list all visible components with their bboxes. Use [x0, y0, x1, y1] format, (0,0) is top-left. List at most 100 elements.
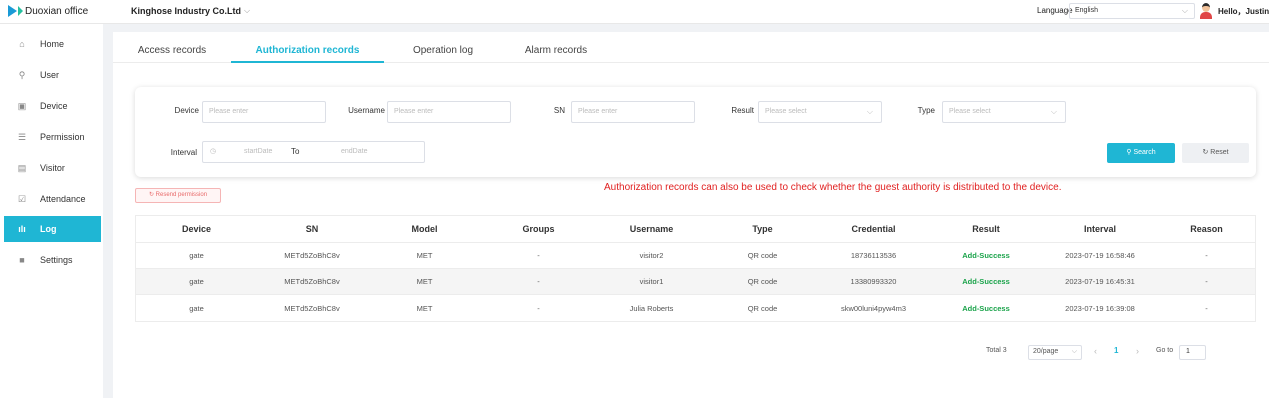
cell-credential: 13380993320 [850, 277, 897, 286]
annotation-note: Authorization records can also be used t… [604, 182, 1062, 193]
cell-reason: - [1205, 303, 1208, 313]
chevron-down-icon: ⌵ [866, 107, 873, 116]
search-button[interactable]: ⚲ Search [1107, 143, 1175, 163]
sidebar-item-label: Settings [40, 255, 73, 265]
cell-result: Add-Success [962, 251, 1010, 260]
language-select[interactable]: English ⌵ [1069, 3, 1195, 19]
avatar[interactable] [1199, 3, 1213, 19]
table-row[interactable]: gate METd5ZoBhC8v MET - Julia Roberts QR… [136, 295, 1255, 321]
avatar-body [1200, 12, 1212, 19]
sn-filter-label: SN [553, 106, 565, 115]
table-header-row: Device SN Model Groups Username Type Cre… [136, 216, 1255, 243]
filter-panel: Device Please enter Username Please ente… [135, 87, 1256, 177]
company-selector[interactable]: Kinghose Industry Co.Ltd ⌵ [131, 6, 250, 16]
language-value: English [1075, 7, 1098, 14]
logo-text: Duoxian office [25, 5, 89, 17]
table-row[interactable]: gate METd5ZoBhC8v MET - visitor1 QR code… [136, 269, 1255, 295]
result-filter-select[interactable]: Please select ⌵ [758, 101, 882, 123]
language-label: Language [1037, 6, 1073, 15]
attendance-icon: ☑ [17, 193, 27, 204]
main-content: Access records Authorization records Ope… [113, 32, 1269, 398]
sidebar-item-label: Visitor [40, 163, 65, 173]
sidebar-item-log[interactable]: ılı Log [4, 216, 101, 242]
next-page-icon[interactable]: › [1136, 346, 1139, 356]
logo-mark-icon [8, 5, 17, 17]
resend-permission-button[interactable]: ↻ Resend permission [135, 188, 221, 203]
sidebar-item-label: Log [40, 224, 57, 234]
cell-type: QR code [747, 251, 778, 260]
column-header-sn: SN [305, 224, 319, 234]
tab-operation-log[interactable]: Operation log [403, 32, 483, 63]
app-logo[interactable]: Duoxian office [8, 5, 88, 17]
cell-groups: - [537, 303, 540, 313]
company-name: Kinghose Industry Co.Ltd [131, 6, 241, 16]
column-header-groups: Groups [522, 224, 555, 234]
sidebar-item-label: Device [40, 101, 68, 111]
sidebar-item-user[interactable]: ⚲ User [4, 62, 101, 88]
interval-date-range[interactable]: ◷ startDate To endDate [202, 141, 425, 163]
chevron-down-icon: ⌵ [1071, 348, 1077, 355]
username-filter-label: Username [348, 106, 385, 115]
type-placeholder: Please select [949, 108, 991, 115]
tab-alarm-records[interactable]: Alarm records [516, 32, 596, 63]
refresh-icon: ↻ [148, 192, 154, 198]
column-header-device: Device [181, 224, 212, 234]
cell-credential: 18736113536 [850, 251, 897, 260]
date-range-separator: To [291, 147, 300, 156]
sidebar-item-settings[interactable]: ■ Settings [4, 247, 101, 273]
column-header-result: Result [972, 224, 1000, 234]
user-greeting[interactable]: Hello，Justin [1218, 6, 1269, 17]
page-number-current[interactable]: 1 [1114, 346, 1118, 355]
interval-filter-label: Interval [170, 148, 197, 157]
type-filter-label: Type [917, 106, 935, 115]
chevron-down-icon: ⌵ [244, 6, 251, 15]
result-placeholder: Please select [765, 108, 807, 115]
column-header-interval: Interval [1083, 224, 1116, 234]
device-filter-input[interactable]: Please enter [202, 101, 326, 123]
cell-reason: - [1205, 277, 1208, 286]
permission-icon: ☰ [17, 131, 27, 142]
sn-filter-input[interactable]: Please enter [571, 101, 695, 123]
cell-result: Add-Success [962, 277, 1010, 286]
cell-groups: - [537, 277, 540, 286]
log-icon: ılı [18, 224, 26, 234]
cell-sn: METd5ZoBhC8v [284, 251, 340, 260]
sidebar-item-label: Attendance [40, 194, 86, 204]
sidebar-item-home[interactable]: ⌂ Home [4, 31, 101, 57]
chevron-down-icon: ⌵ [1050, 107, 1057, 116]
page-size-select[interactable]: 20/page ⌵ [1028, 345, 1082, 360]
table-row[interactable]: gate METd5ZoBhC8v MET - visitor2 QR code… [136, 243, 1255, 269]
sidebar-item-permission[interactable]: ☰ Permission [4, 124, 101, 150]
type-filter-select[interactable]: Please select ⌵ [942, 101, 1066, 123]
user-icon: ⚲ [18, 69, 26, 80]
device-filter-label: Device [174, 106, 199, 115]
column-header-model: Model [411, 224, 438, 234]
sidebar-item-attendance[interactable]: ☑ Attendance [4, 186, 101, 212]
cell-result: Add-Success [962, 303, 1010, 313]
column-header-username: Username [629, 224, 674, 234]
cell-device: gate [189, 251, 204, 260]
sidebar-item-visitor[interactable]: ▤ Visitor [4, 155, 101, 181]
goto-page-input[interactable]: 1 [1179, 345, 1206, 360]
cell-sn: METd5ZoBhC8v [284, 277, 340, 286]
tab-access-records[interactable]: Access records [131, 32, 213, 63]
prev-page-icon[interactable]: ‹ [1094, 346, 1097, 356]
home-icon: ⌂ [19, 39, 25, 49]
sidebar: ⌂ Home ⚲ User ▣ Device ☰ Permission ▤ Vi… [0, 24, 103, 398]
column-header-credential: Credential [851, 224, 896, 234]
visitor-icon: ▤ [17, 162, 27, 173]
tab-authorization-records[interactable]: Authorization records [231, 32, 384, 63]
page-size-value: 20/page [1033, 348, 1059, 355]
sidebar-item-device[interactable]: ▣ Device [4, 93, 101, 119]
cell-username: visitor2 [639, 251, 664, 260]
cell-credential: skw00luni4pyw4m3 [840, 303, 907, 313]
username-filter-input[interactable]: Please enter [387, 101, 511, 123]
result-filter-label: Result [731, 106, 754, 115]
sidebar-item-label: Home [40, 39, 65, 49]
top-bar: Duoxian office Kinghose Industry Co.Ltd … [0, 0, 1269, 24]
cell-reason: - [1205, 251, 1208, 260]
end-date-placeholder: endDate [341, 148, 368, 155]
chevron-down-icon: ⌵ [1181, 6, 1188, 15]
reset-button[interactable]: ↻ Reset [1182, 143, 1249, 163]
clock-icon: ◷ [210, 148, 217, 155]
